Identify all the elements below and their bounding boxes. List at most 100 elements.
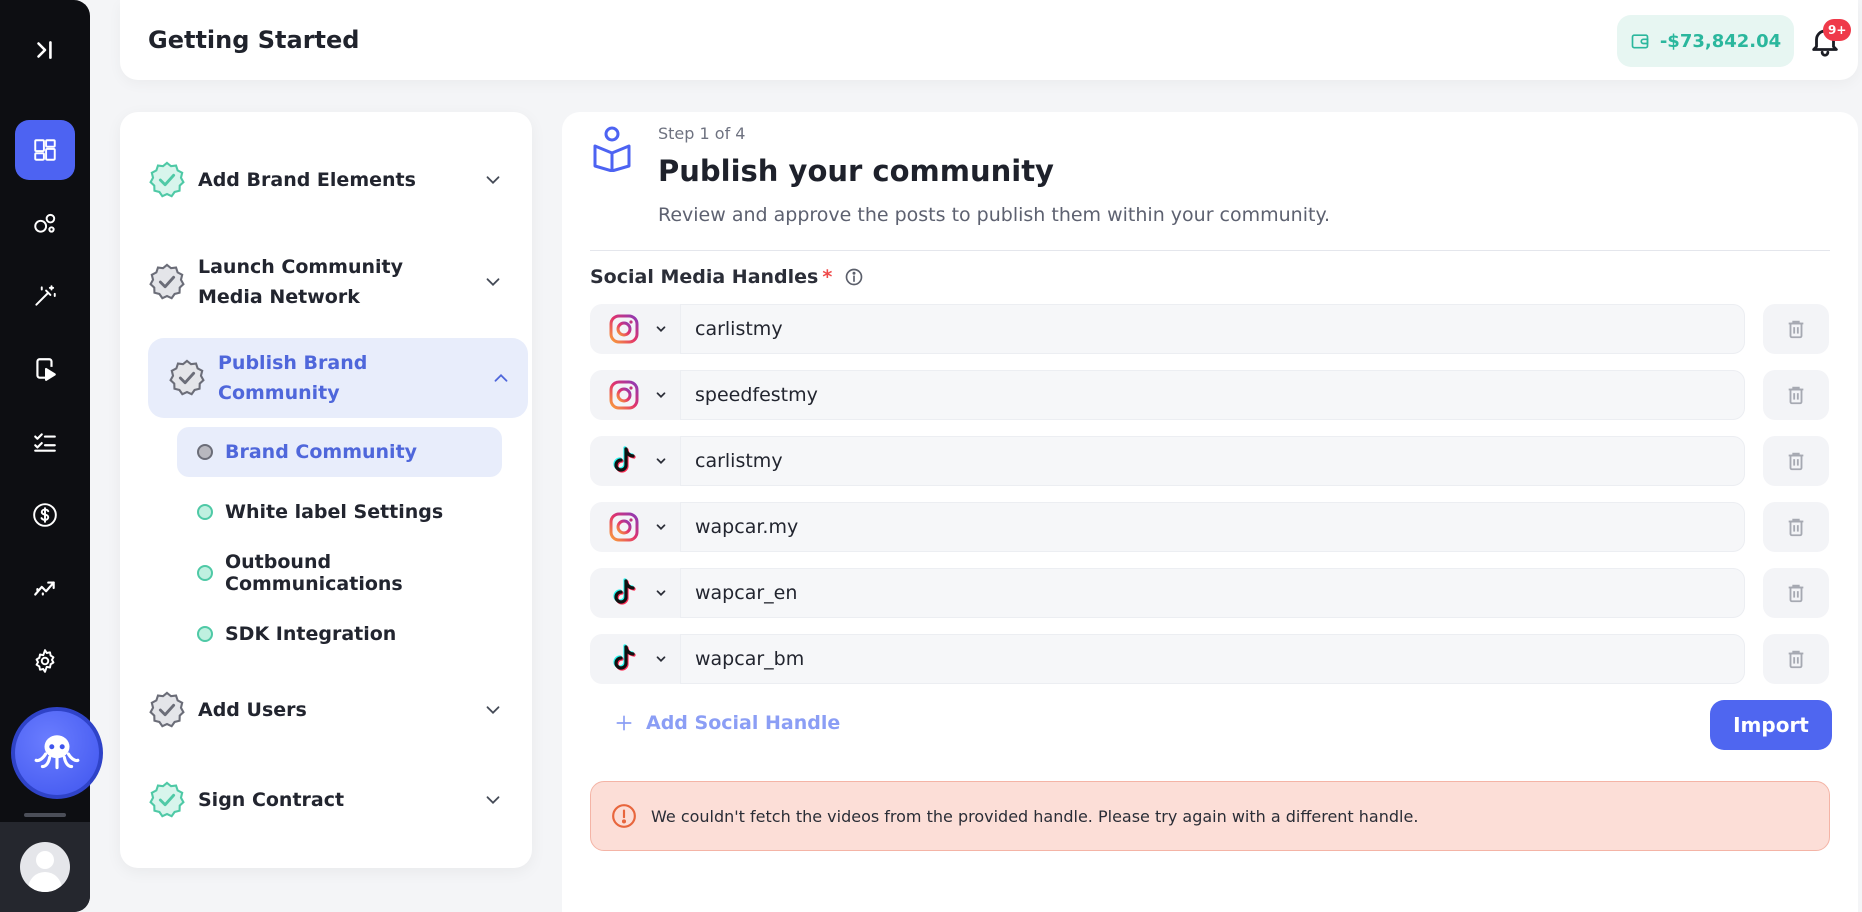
publish-community-card: Step 1 of 4 Publish your community Revie… — [562, 112, 1858, 912]
substep-label: Outbound Communications — [225, 551, 403, 595]
chevron-down-icon — [486, 278, 500, 287]
collapse-sidebar-icon — [37, 41, 52, 59]
assistant-button[interactable] — [11, 707, 103, 799]
step-label: Add Brand Elements — [198, 169, 416, 191]
divider — [590, 250, 1830, 251]
settings-icon — [35, 649, 55, 673]
step-launch-community-media-network[interactable]: Launch Community Media Network — [148, 250, 504, 314]
chevron-down-icon — [656, 656, 666, 662]
social-handle-row — [590, 370, 1830, 420]
step-sign-contract[interactable]: Sign Contract — [148, 780, 504, 820]
wallet-balance-button[interactable]: -$73,842.04 — [1617, 15, 1794, 67]
analytics-icon — [34, 581, 55, 596]
handle-input[interactable] — [680, 634, 1745, 684]
octopus-icon — [34, 735, 80, 770]
balance-amount: -$73,842.04 — [1659, 30, 1782, 52]
error-alert: We couldn't fetch the videos from the pr… — [590, 781, 1830, 851]
social-handle-row — [590, 568, 1830, 618]
verified-badge-icon — [149, 161, 185, 198]
info-icon[interactable] — [844, 267, 864, 287]
page-title: Getting Started — [148, 26, 360, 54]
delete-handle-button[interactable] — [1763, 436, 1829, 486]
platform-select[interactable] — [590, 370, 680, 420]
delete-handle-button[interactable] — [1763, 634, 1829, 684]
step-add-brand-elements[interactable]: Add Brand Elements — [148, 160, 504, 200]
chevron-down-icon — [486, 176, 500, 185]
chevron-down-icon — [656, 392, 666, 398]
verified-badge-icon — [149, 263, 185, 300]
delete-handle-button[interactable] — [1763, 568, 1829, 618]
trash-icon — [1788, 650, 1804, 669]
book-reader-icon — [593, 126, 631, 172]
substep-label: Brand Community — [225, 441, 418, 463]
section-subtitle: Review and approve the posts to publish … — [658, 204, 1331, 226]
step-label: Launch Community Media Network — [198, 256, 404, 308]
social-handles-label: Social Media Handles * — [590, 266, 864, 288]
nav-magic[interactable] — [15, 266, 75, 326]
substep-white-label-settings[interactable]: White label Settings — [177, 487, 502, 537]
substep-brand-community[interactable]: Brand Community — [177, 427, 502, 477]
rail-divider — [24, 813, 66, 817]
social-handle-row — [590, 436, 1830, 486]
section-title: Publish your community — [658, 154, 1054, 188]
mobile-video-icon — [36, 358, 56, 381]
step-add-users[interactable]: Add Users — [148, 690, 504, 730]
step-label: Sign Contract — [198, 789, 345, 811]
platform-select[interactable] — [590, 634, 680, 684]
chevron-down-icon — [656, 524, 666, 530]
handle-input[interactable] — [680, 436, 1745, 486]
nav-dashboard[interactable] — [15, 120, 75, 180]
substep-status-dot — [197, 565, 213, 581]
user-avatar[interactable] — [20, 842, 70, 892]
instagram-icon — [609, 380, 639, 410]
add-social-handle-button[interactable]: Add Social Handle — [614, 712, 840, 734]
nav-tasks[interactable] — [15, 412, 75, 472]
substep-status-dot — [197, 504, 213, 520]
chevron-down-icon — [486, 706, 500, 715]
substep-outbound-communications[interactable]: Outbound Communications — [177, 548, 502, 598]
plus-icon — [616, 715, 632, 731]
nav-mobile-video[interactable] — [15, 339, 75, 399]
substep-sdk-integration[interactable]: SDK Integration — [177, 609, 502, 659]
platform-select[interactable] — [590, 502, 680, 552]
nav-billing[interactable] — [15, 485, 75, 545]
warning-icon — [612, 804, 636, 828]
tiktok-icon — [613, 578, 636, 605]
delete-handle-button[interactable] — [1763, 304, 1829, 354]
trash-icon — [1788, 584, 1804, 603]
magic-wand-icon — [35, 285, 56, 306]
trash-icon — [1788, 452, 1804, 471]
tiktok-icon — [613, 644, 636, 671]
handle-input[interactable] — [680, 568, 1745, 618]
verified-badge-icon — [149, 781, 185, 818]
onboarding-steps-panel: Add Brand Elements Launch Community Medi… — [120, 112, 532, 868]
delete-handle-button[interactable] — [1763, 502, 1829, 552]
add-social-handle-label: Add Social Handle — [646, 712, 841, 734]
import-button[interactable]: Import — [1710, 700, 1832, 750]
chevron-down-icon — [656, 458, 666, 464]
nav-community[interactable] — [15, 193, 75, 253]
dollar-icon — [33, 503, 57, 527]
instagram-icon — [609, 314, 639, 344]
trash-icon — [1788, 518, 1804, 537]
social-handle-row — [590, 502, 1830, 552]
collapse-sidebar-button[interactable] — [15, 20, 75, 80]
trash-icon — [1788, 386, 1804, 405]
handle-input[interactable] — [680, 502, 1745, 552]
checklist-icon — [34, 433, 56, 452]
nav-analytics[interactable] — [15, 558, 75, 618]
chevron-down-icon — [656, 326, 666, 332]
delete-handle-button[interactable] — [1763, 370, 1829, 420]
social-handle-row — [590, 634, 1830, 684]
platform-select[interactable] — [590, 436, 680, 486]
social-handle-row — [590, 304, 1830, 354]
platform-select[interactable] — [590, 568, 680, 618]
platform-select[interactable] — [590, 304, 680, 354]
nav-settings[interactable] — [15, 631, 75, 691]
wallet-icon — [1631, 34, 1649, 49]
field-label-text: Social Media Handles — [590, 266, 819, 288]
step-publish-brand-community[interactable]: Publish Brand Community — [148, 338, 528, 418]
handle-input[interactable] — [680, 304, 1745, 354]
nav-rail — [0, 0, 103, 912]
handle-input[interactable] — [680, 370, 1745, 420]
